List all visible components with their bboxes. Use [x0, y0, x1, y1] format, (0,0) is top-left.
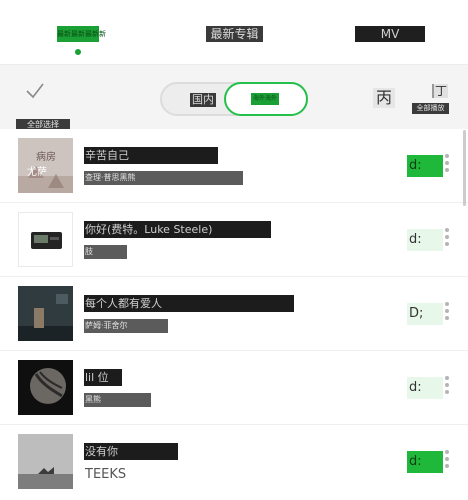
song-action-button[interactable]: d: [407, 451, 443, 473]
cover-text-2: 尤萨 [27, 167, 47, 178]
list-item[interactable]: 没有你 TEEKS d: [0, 425, 468, 499]
list-item[interactable]: lil 位 黑熊 d: [0, 351, 468, 425]
song-artist: 萨姆·菲舍尔 [84, 319, 168, 333]
song-title: 辛苦自己 [84, 147, 218, 164]
album-cover: 病房 尤萨 [18, 138, 73, 193]
top-tab-bar: 最新最新最新新 最新专辑 MV [0, 0, 468, 65]
album-cover [18, 286, 73, 341]
region-toggle[interactable]: 国内 海外海外 [160, 82, 308, 116]
list-item[interactable]: 每个人都有爱人 萨姆·菲舍尔 D; [0, 277, 468, 351]
more-options-icon[interactable] [444, 154, 450, 176]
list-toolbar: 全部选择 国内 海外海外 [0, 65, 468, 130]
play-all-icon[interactable]: 丁 [432, 84, 448, 98]
cover-art-5 [18, 434, 73, 489]
toggle-domestic[interactable]: 国内 [190, 93, 216, 107]
list-item[interactable]: 病房 尤萨 辛苦自己 查理·普思黑熊 d: [0, 129, 468, 203]
song-artist: 查理·普思黑熊 [84, 171, 243, 185]
song-artist: 肢 [84, 245, 127, 259]
album-cover [18, 212, 73, 267]
song-title: 你好(费特。Luke Steele) [84, 221, 271, 238]
cover-art-3 [18, 286, 73, 341]
song-action-button[interactable]: d: [407, 229, 443, 251]
song-action-button[interactable]: d: [407, 377, 443, 399]
scrollbar[interactable] [463, 130, 466, 206]
more-options-icon[interactable] [444, 450, 450, 472]
song-title: 没有你 [84, 443, 178, 460]
toggle-overseas-label: 海外海外 [251, 93, 279, 105]
tab-latest-songs[interactable]: 最新最新最新新 [57, 26, 106, 42]
song-artist: 黑熊 [84, 393, 151, 407]
cover-art-2 [19, 213, 72, 266]
select-all-button[interactable]: 全部选择 [16, 81, 70, 130]
more-options-icon[interactable] [444, 228, 450, 250]
song-action-button[interactable]: d: [407, 155, 443, 177]
song-title: lil 位 [84, 369, 122, 386]
song-list: 病房 尤萨 辛苦自己 查理·普思黑熊 d: 你好(费特。Luke Steele)… [0, 129, 468, 500]
more-options-icon[interactable] [444, 302, 450, 324]
cover-text-1: 病房 [36, 152, 56, 163]
album-cover [18, 434, 73, 489]
play-all-label[interactable]: 全部播放 [412, 103, 449, 114]
song-action-button[interactable]: D; [407, 303, 443, 325]
album-cover [18, 360, 73, 415]
tab-latest-albums[interactable]: 最新专辑 [206, 26, 263, 42]
check-icon [26, 83, 44, 99]
multi-select-icon[interactable]: 丙 [373, 88, 395, 108]
cover-art-4 [18, 360, 73, 415]
toggle-overseas[interactable]: 海外海外 [224, 82, 308, 116]
song-title: 每个人都有爱人 [84, 295, 294, 312]
list-item[interactable]: 你好(费特。Luke Steele) 肢 d: [0, 203, 468, 277]
active-tab-indicator [75, 49, 81, 55]
tab-mv[interactable]: MV [355, 26, 425, 42]
more-options-icon[interactable] [444, 376, 450, 398]
song-artist: TEEKS [85, 467, 127, 482]
